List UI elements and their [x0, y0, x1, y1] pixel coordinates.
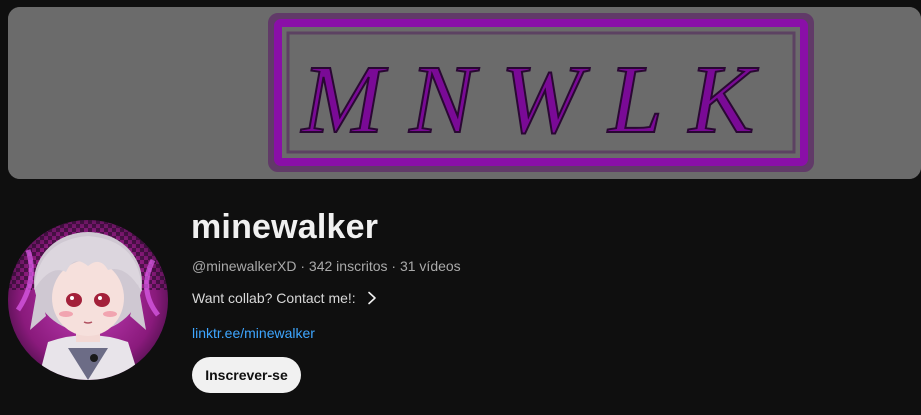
- channel-meta: @minewalkerXD · 342 inscritos · 31 vídeo…: [192, 257, 461, 275]
- meta-separator: ·: [387, 258, 400, 274]
- video-count: 31 vídeos: [399, 258, 461, 274]
- chevron-right-icon[interactable]: [366, 291, 378, 305]
- description-text: Want collab? Contact me!:: [192, 290, 356, 306]
- avatar[interactable]: [8, 220, 168, 380]
- channel-name: minewalker: [191, 208, 379, 246]
- meta-separator: ·: [296, 258, 309, 274]
- banner-logo-text: MNWLK: [300, 46, 781, 154]
- banner-artwork: MNWLK: [8, 7, 921, 179]
- subscribe-button[interactable]: Inscrever-se: [192, 357, 301, 393]
- avatar-image: [8, 220, 168, 380]
- channel-handle: @minewalkerXD: [192, 258, 297, 274]
- channel-link[interactable]: linktr.ee/minewalker: [192, 324, 315, 342]
- subscriber-count: 342 inscritos: [308, 258, 388, 274]
- channel-description[interactable]: Want collab? Contact me!:: [192, 288, 378, 308]
- channel-header: MNWLK minewalker @minewalkerXD · 342 ins…: [0, 0, 921, 415]
- channel-banner: MNWLK: [8, 7, 921, 179]
